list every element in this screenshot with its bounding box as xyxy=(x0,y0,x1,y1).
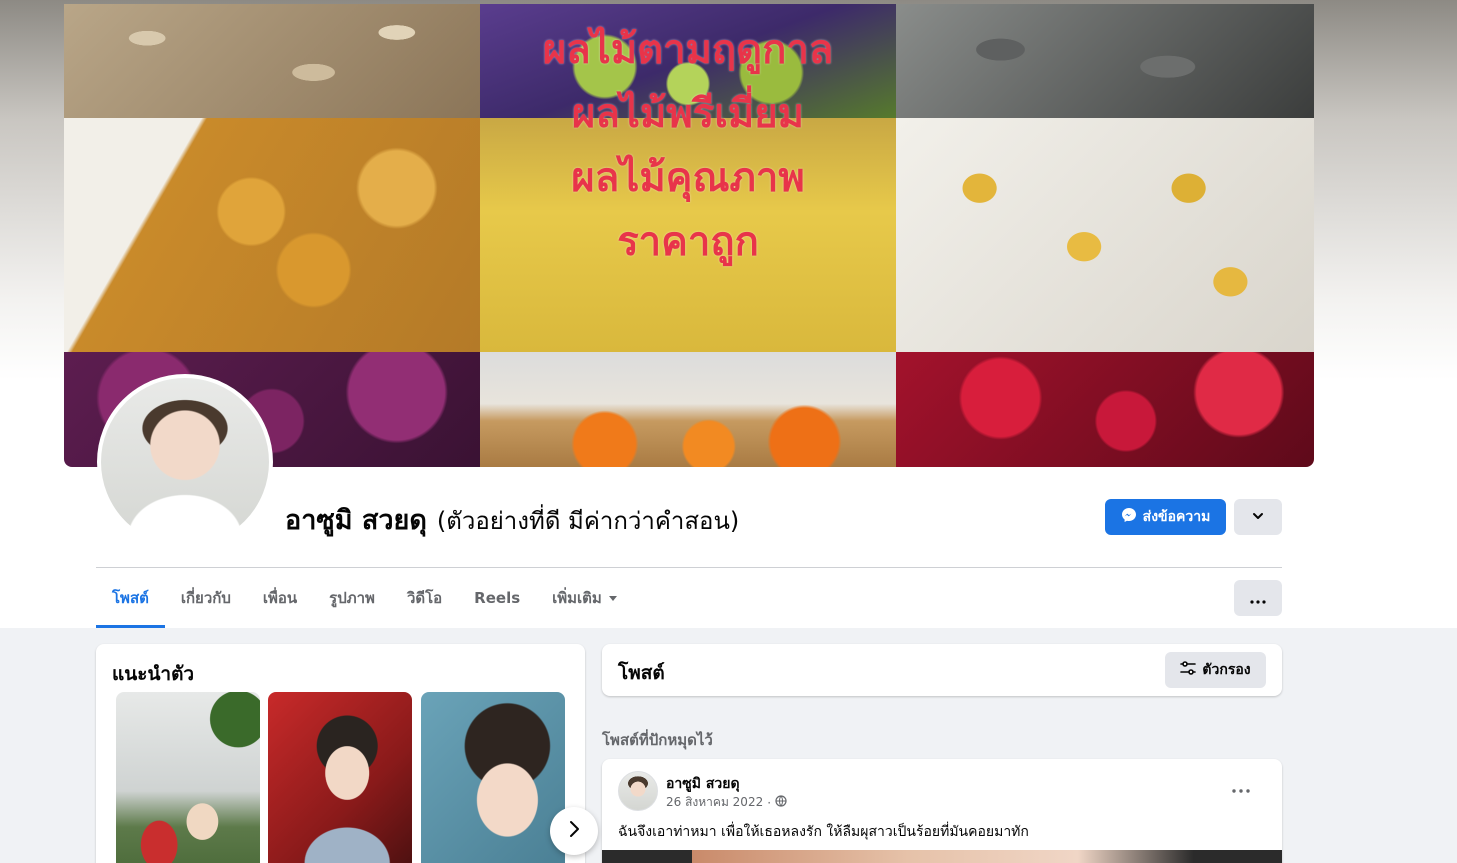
filter-button[interactable]: ตัวกรอง xyxy=(1165,652,1266,688)
tab-label: วิดีโอ xyxy=(406,589,443,607)
message-button[interactable]: ส่งข้อความ xyxy=(1105,499,1226,535)
tab-photos[interactable]: รูปภาพ xyxy=(313,568,391,628)
profile-avatar[interactable] xyxy=(97,374,273,550)
caret-down-icon xyxy=(608,589,618,607)
cover-tile-pomegranate xyxy=(896,352,1314,467)
post-options-button[interactable] xyxy=(1232,779,1250,797)
cover-tile-dark-fruit xyxy=(896,4,1314,118)
tab-posts[interactable]: โพสต์ xyxy=(96,568,165,628)
cover-tile-marian-plum xyxy=(64,118,480,352)
cover-caption-line: ผลไม้พรีเมี่ยม xyxy=(571,91,805,137)
tab-videos[interactable]: วิดีโอ xyxy=(391,568,458,628)
post-text: ฉันจึงเอาท่าหมา เพื่อให้เธอหลงรัก ให้ลืม… xyxy=(618,824,1029,840)
message-button-label: ส่งข้อความ xyxy=(1142,509,1211,525)
post-author-name[interactable]: อาซูมิ สวยดุ xyxy=(666,773,740,795)
tab-label: โพสต์ xyxy=(112,589,149,607)
post-date[interactable]: 26 สิงหาคม 2022 xyxy=(666,793,763,812)
post-author-avatar[interactable] xyxy=(618,771,658,811)
post-meta-separator: · xyxy=(767,795,772,810)
sliders-icon xyxy=(1180,661,1197,679)
cover-caption-line: ผลไม้คุณภาพ xyxy=(571,155,805,201)
chevron-down-icon xyxy=(1251,508,1265,527)
tab-about[interactable]: เกี่ยวกับ xyxy=(165,568,247,628)
ellipsis-icon xyxy=(1250,589,1266,608)
ellipsis-icon xyxy=(1232,779,1250,797)
cover-caption: ผลไม้ตามฤดูกาล ผลไม้พรีเมี่ยม ผลไม้คุณภา… xyxy=(480,4,896,274)
profile-tabs: โพสต์ เกี่ยวกับ เพื่อน รูปภาพ วิดีโอ Ree… xyxy=(96,568,634,628)
tab-reels[interactable]: Reels xyxy=(458,568,536,628)
chevron-right-icon xyxy=(567,820,581,842)
post-card: อาซูมิ สวยดุ 26 สิงหาคม 2022 · ฉันจึงเอา… xyxy=(602,759,1282,863)
cover-caption-line: ราคาถูก xyxy=(617,219,759,265)
featured-photo[interactable] xyxy=(421,692,565,863)
tab-label: เกี่ยวกับ xyxy=(180,589,231,607)
posts-header-card: โพสต์ ตัวกรอง xyxy=(602,644,1282,696)
filter-button-label: ตัวกรอง xyxy=(1202,662,1251,678)
featured-photo[interactable] xyxy=(116,692,260,863)
intro-title: แนะนำตัว xyxy=(112,663,195,685)
profile-name: อาซูมิ สวยดุ (ตัวอย่างที่ดี มีค่ากว่าคำส… xyxy=(285,498,739,538)
cover-photo[interactable]: ผลไม้ตามฤดูกาล ผลไม้พรีเมี่ยม ผลไม้คุณภา… xyxy=(64,4,1314,467)
tab-label: รูปภาพ xyxy=(329,589,375,607)
cover-tile-mango xyxy=(896,118,1314,352)
intro-card: แนะนำตัว xyxy=(96,644,598,863)
tab-label: Reels xyxy=(474,589,521,607)
messenger-icon xyxy=(1121,507,1137,527)
cover-tile-oranges xyxy=(480,352,896,467)
tab-friends[interactable]: เพื่อน xyxy=(247,568,313,628)
posts-title: โพสต์ xyxy=(618,662,665,684)
post-meta: 26 สิงหาคม 2022 · xyxy=(666,793,787,812)
pinned-posts-label: โพสต์ที่ปักหมุดไว้ xyxy=(602,731,713,749)
featured-photo[interactable] xyxy=(268,692,412,863)
tab-label: เพิ่มเติม xyxy=(552,589,602,607)
profile-name-main: อาซูมิ สวยดุ xyxy=(285,505,427,536)
tab-label: เพื่อน xyxy=(262,589,298,607)
globe-icon xyxy=(775,795,787,810)
more-options-button[interactable] xyxy=(1234,580,1282,616)
featured-next-button[interactable] xyxy=(550,807,598,855)
cover-tile-tamarind xyxy=(64,4,480,118)
cover-caption-line: ผลไม้ตามฤดูกาล xyxy=(542,27,834,73)
profile-options-button[interactable] xyxy=(1234,499,1282,535)
profile-alternate-name: (ตัวอย่างที่ดี มีค่ากว่าคำสอน) xyxy=(436,507,740,535)
tab-more[interactable]: เพิ่มเติม xyxy=(536,568,634,628)
post-image[interactable] xyxy=(602,850,1282,863)
